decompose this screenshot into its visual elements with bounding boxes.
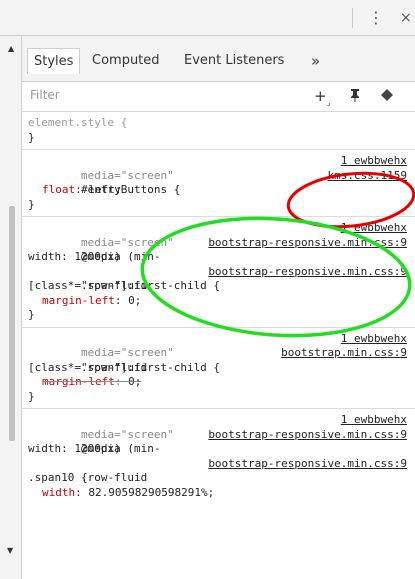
rule-close-brace: } (28, 130, 35, 144)
source-link-bootstrap-responsive[interactable]: bootstrap-responsive.min.css:9 (206, 264, 407, 279)
tab-event-listeners[interactable]: Event Listeners (178, 48, 290, 74)
filter-bar: +⌟ (22, 82, 415, 112)
style-rules-list: element.style { } media="screen" 1 ewbbw… (22, 112, 415, 504)
source-link[interactable]: 1 ewbbwehx (338, 221, 407, 236)
left-scroll-gutter: ▲ ▼ (0, 36, 22, 579)
at-media-condition: width: 1200px) (28, 250, 121, 263)
source-link-bootstrap-responsive[interactable]: bootstrap-responsive.min.css:9 (206, 456, 407, 471)
more-tabs-chevron-icon[interactable]: » (305, 48, 326, 74)
more-options-icon[interactable]: ⋮ (368, 8, 384, 28)
rule-selector-continued[interactable]: .span10 { (28, 471, 411, 486)
css-property[interactable]: float: left; (28, 183, 411, 198)
styles-pane: Styles Computed Event Listeners » +⌟ ele… (22, 36, 415, 579)
source-link-bootstrap-responsive[interactable]: bootstrap-responsive.min.css:9 (206, 235, 407, 250)
rule-close-brace: } (28, 197, 35, 211)
devtools-toolbar: ⋮ × (0, 0, 415, 36)
overridden-css-property[interactable]: margin-left: 0; (28, 375, 411, 390)
source-link[interactable]: 1 ewbbwehx (338, 331, 407, 346)
rule-selector-continued[interactable]: [class*="span"]:first-child { (28, 279, 411, 294)
tab-computed[interactable]: Computed (86, 48, 166, 74)
scroll-down-arrow-icon[interactable]: ▼ (7, 546, 13, 555)
css-property[interactable]: margin-left: 0; (28, 294, 411, 309)
css-property[interactable]: width: 82.90598290598291%; (28, 486, 411, 501)
rule-close-brace: } (28, 308, 35, 321)
element-style-selector[interactable]: element.style { (28, 116, 411, 131)
span10-rule: media="screen" 1 ewbbwehx @media (min- b… (22, 409, 415, 504)
scroll-up-arrow-icon[interactable]: ▲ (8, 44, 14, 53)
color-format-diamond-icon[interactable] (380, 88, 394, 107)
at-media-condition: width: 1200px) (28, 442, 121, 455)
bootstrap-rule: media="screen" 1 ewbbwehx .row-fluid boo… (22, 328, 415, 409)
toggle-element-state-pin-icon[interactable] (349, 88, 361, 107)
tab-styles[interactable]: Styles (27, 48, 81, 74)
source-link-kms-css[interactable]: kms.css:1159 (325, 168, 407, 183)
filter-input[interactable] (30, 88, 230, 102)
new-style-rule-plus-icon[interactable]: +⌟ (314, 88, 330, 111)
source-link-bootstrap[interactable]: bootstrap.min.css:9 (279, 346, 407, 361)
source-link[interactable]: 1 ewbbwehx (338, 413, 407, 428)
sidebar-tabs: Styles Computed Event Listeners » (22, 36, 415, 82)
entry-buttons-rule: media="screen" 1 ewbbwehx #entryButtons … (22, 150, 415, 217)
bootstrap-responsive-rule: media="screen" 1 ewbbwehx @media (min- b… (22, 217, 415, 328)
toolbar-divider (352, 8, 353, 28)
source-link[interactable]: 1 ewbbwehx (338, 154, 407, 169)
element-style-rule: element.style { } (22, 112, 415, 150)
source-link-bootstrap-responsive[interactable]: bootstrap-responsive.min.css:9 (206, 427, 407, 442)
rule-selector-continued[interactable]: [class*="span"]:first-child { (28, 361, 411, 376)
rule-close-brace: } (28, 389, 35, 403)
close-icon[interactable]: × (400, 8, 412, 28)
scrollbar-thumb[interactable] (9, 206, 15, 441)
